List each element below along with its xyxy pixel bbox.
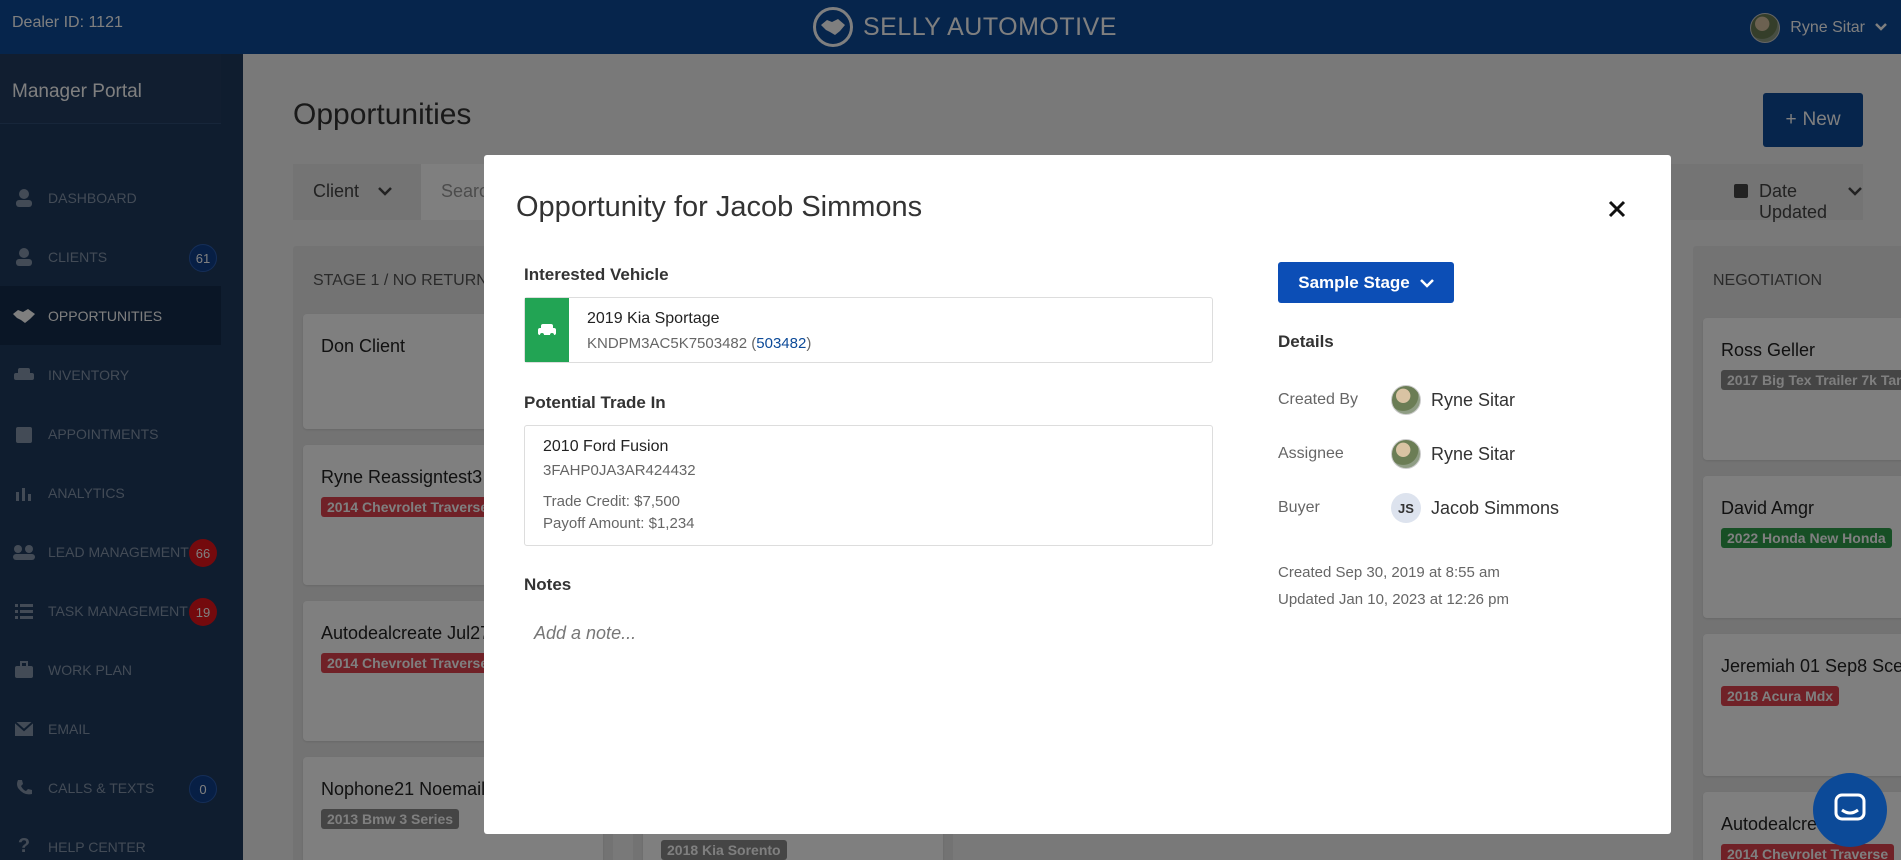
- assignee-name: Ryne Sitar: [1431, 443, 1516, 464]
- trade-vin: 3FAHP0JA3AR424432: [543, 462, 696, 479]
- assignee-row[interactable]: Assignee Ryne Sitar: [1278, 438, 1515, 470]
- buyer-person[interactable]: JS Jacob Simmons: [1391, 493, 1559, 523]
- vehicle-vin-line: KNDPM3AC5K7503482 (503482): [587, 335, 812, 352]
- created-by-row: Created By Ryne Sitar: [1278, 384, 1515, 416]
- assignee-key: Assignee: [1278, 445, 1344, 462]
- payoff-amount: Payoff Amount: $1,234: [543, 515, 695, 532]
- chat-icon: [1834, 793, 1866, 828]
- updated-timestamp: Updated Jan 10, 2023 at 12:26 pm: [1278, 591, 1510, 608]
- opportunity-modal: Opportunity for Jacob Simmons Interested…: [484, 155, 1671, 834]
- trade-in-card[interactable]: 2010 Ford Fusion 3FAHP0JA3AR424432 Trade…: [524, 425, 1213, 546]
- trade-in-label: Potential Trade In: [524, 393, 666, 412]
- car-icon: [525, 298, 569, 362]
- buyer-initials-avatar: JS: [1391, 493, 1421, 523]
- notes-label: Notes: [524, 575, 572, 594]
- chevron-down-icon: [1419, 273, 1434, 293]
- created-by-person: Ryne Sitar: [1391, 385, 1515, 415]
- stock-number-link[interactable]: 503482: [756, 335, 806, 352]
- buyer-name: Jacob Simmons: [1431, 497, 1560, 518]
- trade-vehicle-name: 2010 Ford Fusion: [543, 438, 669, 455]
- created-by-name: Ryne Sitar: [1431, 389, 1516, 410]
- vehicle-name: 2019 Kia Sportage: [587, 310, 720, 327]
- buyer-row[interactable]: Buyer JS Jacob Simmons: [1278, 492, 1559, 524]
- stage-label: Sample Stage: [1298, 272, 1410, 292]
- avatar: [1391, 385, 1421, 415]
- vehicle-vin: KNDPM3AC5K7503482: [587, 335, 748, 352]
- assignee-person[interactable]: Ryne Sitar: [1391, 439, 1515, 469]
- chat-launcher-button[interactable]: [1813, 773, 1887, 847]
- created-by-key: Created By: [1278, 391, 1359, 408]
- created-timestamp: Created Sep 30, 2019 at 8:55 am: [1278, 564, 1500, 581]
- interested-vehicle-card[interactable]: 2019 Kia Sportage KNDPM3AC5K7503482 (503…: [524, 297, 1213, 363]
- buyer-key: Buyer: [1278, 499, 1320, 516]
- avatar: [1391, 439, 1421, 469]
- notes-input[interactable]: Add a note...: [534, 623, 636, 644]
- stage-dropdown-button[interactable]: Sample Stage: [1278, 262, 1454, 303]
- close-icon[interactable]: [1603, 195, 1631, 223]
- interested-vehicle-label: Interested Vehicle: [524, 265, 669, 284]
- modal-title: Opportunity for Jacob Simmons: [516, 191, 923, 223]
- details-heading: Details: [1278, 332, 1334, 351]
- trade-credit: Trade Credit: $7,500: [543, 493, 681, 510]
